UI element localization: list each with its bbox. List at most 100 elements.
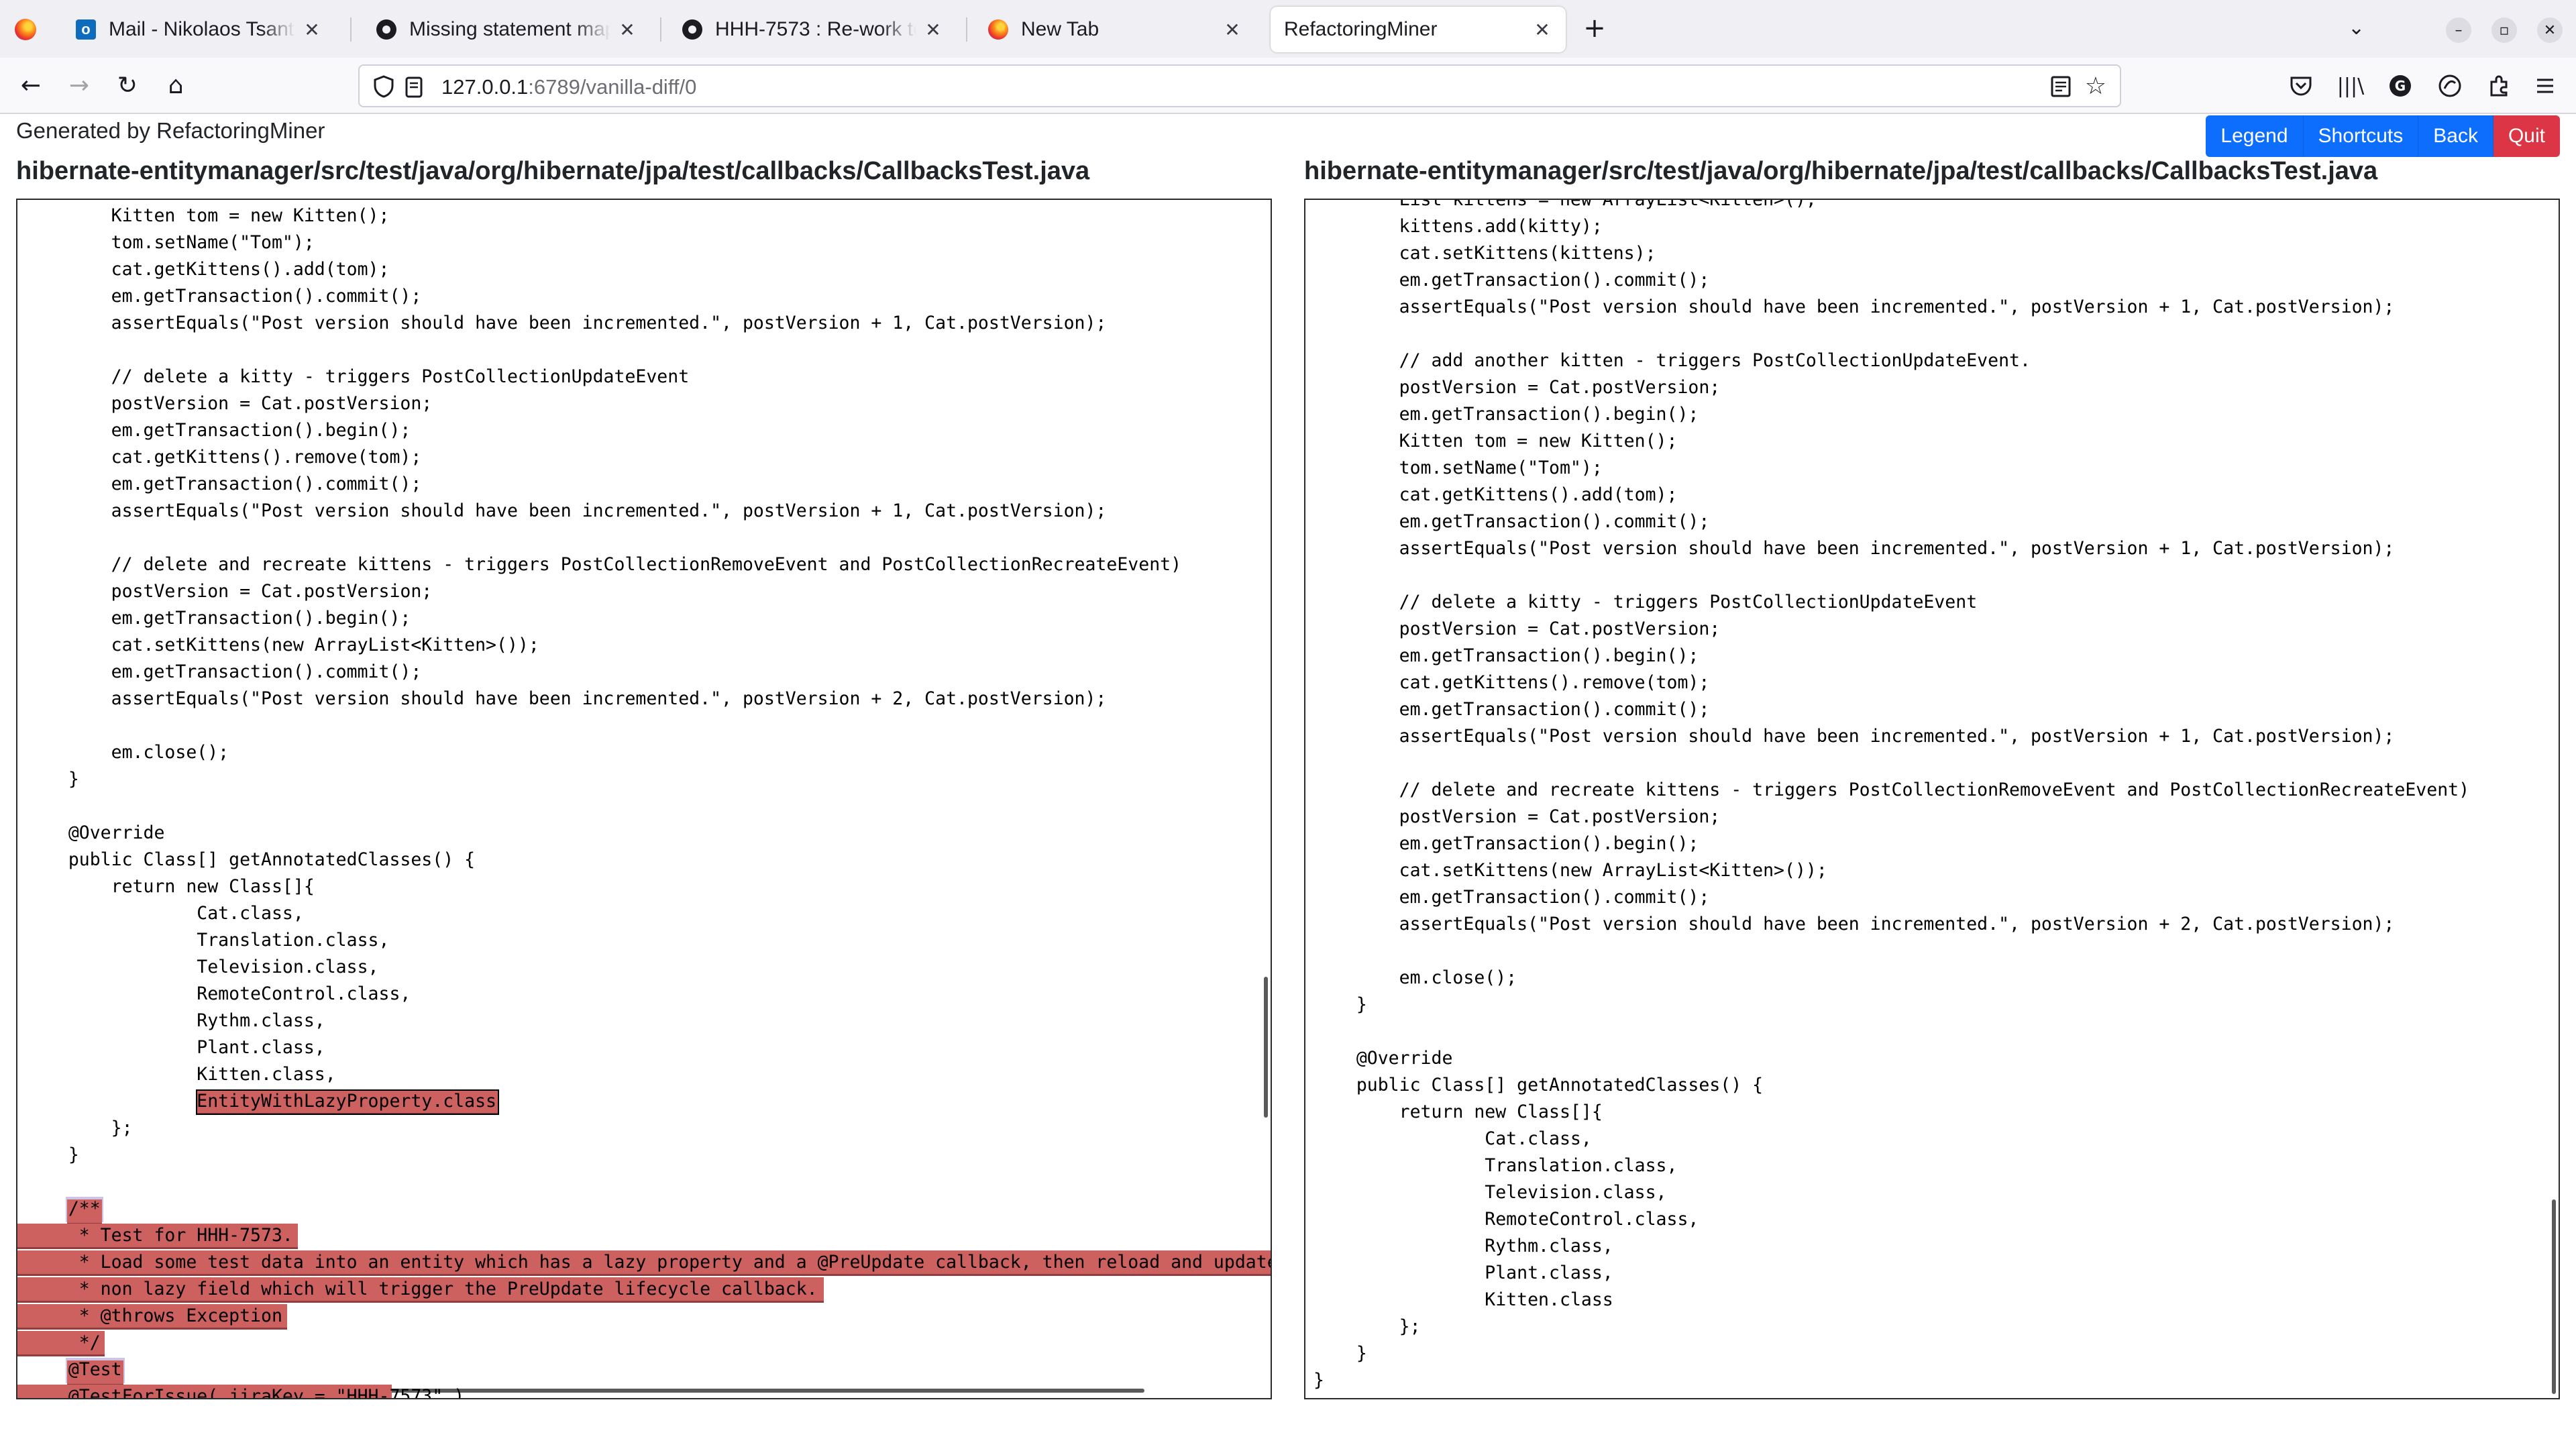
code-line: Kitten.class xyxy=(1313,1289,1613,1310)
code-line: tom.setName("Tom"); xyxy=(25,232,315,253)
code-line: RemoteControl.class, xyxy=(25,983,411,1004)
legend-button[interactable]: Legend xyxy=(2206,115,2304,157)
pocket-icon[interactable] xyxy=(2288,72,2314,99)
code-line: Plant.class, xyxy=(25,1037,325,1058)
back-arrow-icon[interactable]: ← xyxy=(15,70,47,102)
tab-label: Mail - Nikolaos Tsantalis - Outlook xyxy=(109,18,295,40)
url-text: 127.0.0.1:6789/vanilla-diff/0 xyxy=(441,75,697,99)
code-line: List kittens = new ArrayList<Kitten>(); xyxy=(1313,199,1817,210)
code-line: } xyxy=(1313,1370,1324,1391)
code-line: em.getTransaction().commit(); xyxy=(1313,270,1710,290)
code-line: em.getTransaction().commit(); xyxy=(25,286,422,307)
right-vertical-scrollbar[interactable] xyxy=(2552,1199,2556,1394)
code-line: em.getTransaction().begin(); xyxy=(1313,645,1699,666)
code-line: EntityWithLazyProperty.class xyxy=(25,1091,496,1112)
code-line: em.getTransaction().begin(); xyxy=(1313,404,1699,425)
code-line: tom.setName("Tom"); xyxy=(1313,458,1603,478)
code-line: postVersion = Cat.postVersion; xyxy=(25,581,433,602)
svg-text:G: G xyxy=(2395,78,2406,94)
forward-arrow-icon[interactable]: → xyxy=(63,70,95,102)
code-line: assertEquals("Post version should have b… xyxy=(25,313,1107,333)
code-line: @TestForIssue( jiraKey = "HHH-7573" ) xyxy=(25,1386,465,1399)
list-all-tabs-chevron-icon[interactable]: ⌄ xyxy=(2348,16,2365,40)
code-line: } xyxy=(1313,994,1367,1015)
github-icon xyxy=(376,19,397,40)
code-line: public Class[] getAnnotatedClasses() { xyxy=(1313,1075,1764,1095)
code-line: Kitten tom = new Kitten(); xyxy=(25,205,390,226)
navigation-toolbar: ← → ↻ ⌂ 127.0.0.1:6789/vanilla-diff/0 ☆ … xyxy=(0,58,2576,114)
code-line: public Class[] getAnnotatedClasses() { xyxy=(25,849,476,870)
page-content: Generated by RefactoringMiner Legend Sho… xyxy=(0,115,2576,1449)
code-line: cat.setKittens(new ArrayList<Kitten>()); xyxy=(25,635,539,655)
tab-bar: o Mail - Nikolaos Tsantalis - Outlook ✕ … xyxy=(0,0,2576,58)
code-line: return new Class[]{ xyxy=(1313,1102,1603,1122)
close-tab-icon[interactable]: ✕ xyxy=(923,19,943,41)
reader-view-icon[interactable] xyxy=(2050,75,2072,98)
code-line: em.close(); xyxy=(25,742,229,763)
new-tab-plus-icon[interactable]: + xyxy=(1580,15,1609,44)
code-line: cat.setKittens(kittens); xyxy=(1313,243,1656,264)
code-line: // delete a kitty - triggers PostCollect… xyxy=(25,366,690,387)
generated-by-label: Generated by RefactoringMiner xyxy=(16,118,325,143)
code-line: assertEquals("Post version should have b… xyxy=(1313,297,2395,317)
close-tab-icon[interactable]: ✕ xyxy=(1222,19,1242,41)
code-line: Television.class, xyxy=(1313,1182,1667,1203)
quit-button[interactable]: Quit xyxy=(2493,115,2560,157)
code-line: // delete and recreate kittens - trigger… xyxy=(25,554,1182,575)
code-line: Plant.class, xyxy=(1313,1263,1613,1283)
home-icon[interactable]: ⌂ xyxy=(160,70,192,102)
firefox-menu-icon[interactable] xyxy=(15,19,36,40)
code-line: Translation.class, xyxy=(1313,1155,1678,1176)
reload-icon[interactable]: ↻ xyxy=(111,70,144,102)
hamburger-menu-icon[interactable] xyxy=(2532,72,2559,99)
code-line: postVersion = Cat.postVersion; xyxy=(25,393,433,414)
code-line: postVersion = Cat.postVersion; xyxy=(1313,806,1721,827)
extension-icon[interactable] xyxy=(2436,72,2463,99)
back-button[interactable]: Back xyxy=(2418,115,2493,157)
code-line: em.getTransaction().commit(); xyxy=(1313,699,1710,720)
firefox-icon xyxy=(987,19,1009,40)
close-tab-icon[interactable]: ✕ xyxy=(617,19,637,41)
code-line: Television.class, xyxy=(25,957,379,977)
code-line: * non lazy field which will trigger the … xyxy=(25,1279,818,1299)
code-line: Kitten.class, xyxy=(25,1064,336,1085)
code-line: em.getTransaction().commit(); xyxy=(25,661,422,682)
action-button-group: Legend Shortcuts Back Quit xyxy=(2206,115,2560,157)
code-line: Cat.class, xyxy=(25,903,304,924)
tracking-shield-icon[interactable] xyxy=(373,75,394,98)
window-close-icon[interactable]: ✕ xyxy=(2537,17,2563,43)
grammarly-extension-icon[interactable]: G xyxy=(2387,72,2414,99)
code-line: cat.getKittens().remove(tom); xyxy=(1313,672,1710,693)
restore-icon[interactable]: ▫ xyxy=(2491,17,2517,43)
code-line: em.getTransaction().commit(); xyxy=(1313,511,1710,532)
close-tab-icon[interactable]: ✕ xyxy=(1532,19,1552,41)
tab-github-missing-mappings[interactable]: Missing statement mappings ✕ xyxy=(362,7,651,52)
shortcuts-button[interactable]: Shortcuts xyxy=(2303,115,2419,157)
left-code-pane[interactable]: cat.setKittens(kittens); Kitten tom = ne… xyxy=(16,199,1272,1399)
minimize-icon[interactable]: – xyxy=(2446,17,2471,43)
extensions-puzzle-icon[interactable] xyxy=(2486,72,2513,99)
code-line: RemoteControl.class, xyxy=(1313,1209,1699,1230)
right-code-pane[interactable]: List kittens = new ArrayList<Kitten>(); … xyxy=(1304,199,2560,1399)
code-line: Cat.class, xyxy=(1313,1128,1592,1149)
close-tab-icon[interactable]: ✕ xyxy=(302,19,322,41)
tab-new-tab[interactable]: New Tab ✕ xyxy=(974,7,1256,52)
code-line: * Test for HHH-7573. xyxy=(25,1225,293,1246)
bookmark-star-icon[interactable]: ☆ xyxy=(2085,72,2106,100)
url-bar[interactable]: 127.0.0.1:6789/vanilla-diff/0 ☆ xyxy=(358,64,2121,107)
tab-outlook-mail[interactable]: o Mail - Nikolaos Tsantalis - Outlook ✕ xyxy=(62,7,335,52)
tab-refactoringminer[interactable]: RefactoringMiner ✕ xyxy=(1271,7,1566,52)
code-line: em.getTransaction().commit(); xyxy=(25,474,422,494)
left-vertical-scrollbar[interactable] xyxy=(1264,977,1268,1118)
code-line: */ xyxy=(25,1332,101,1353)
github-icon xyxy=(682,19,703,40)
left-file-path: hibernate-entitymanager/src/test/java/or… xyxy=(16,157,1090,185)
library-icon[interactable]: |||\ xyxy=(2337,72,2364,99)
code-line: kittens.add(kitty); xyxy=(1313,216,1603,237)
tab-github-hhh-7573[interactable]: HHH-7573 : Re-work test ✕ xyxy=(668,7,957,52)
page-info-icon[interactable] xyxy=(404,76,424,98)
code-line: em.getTransaction().begin(); xyxy=(25,420,411,441)
tab-label: New Tab xyxy=(1021,18,1099,40)
code-line: assertEquals("Post version should have b… xyxy=(1313,914,2395,934)
code-line: * Load some test data into an entity whi… xyxy=(25,1252,1272,1273)
